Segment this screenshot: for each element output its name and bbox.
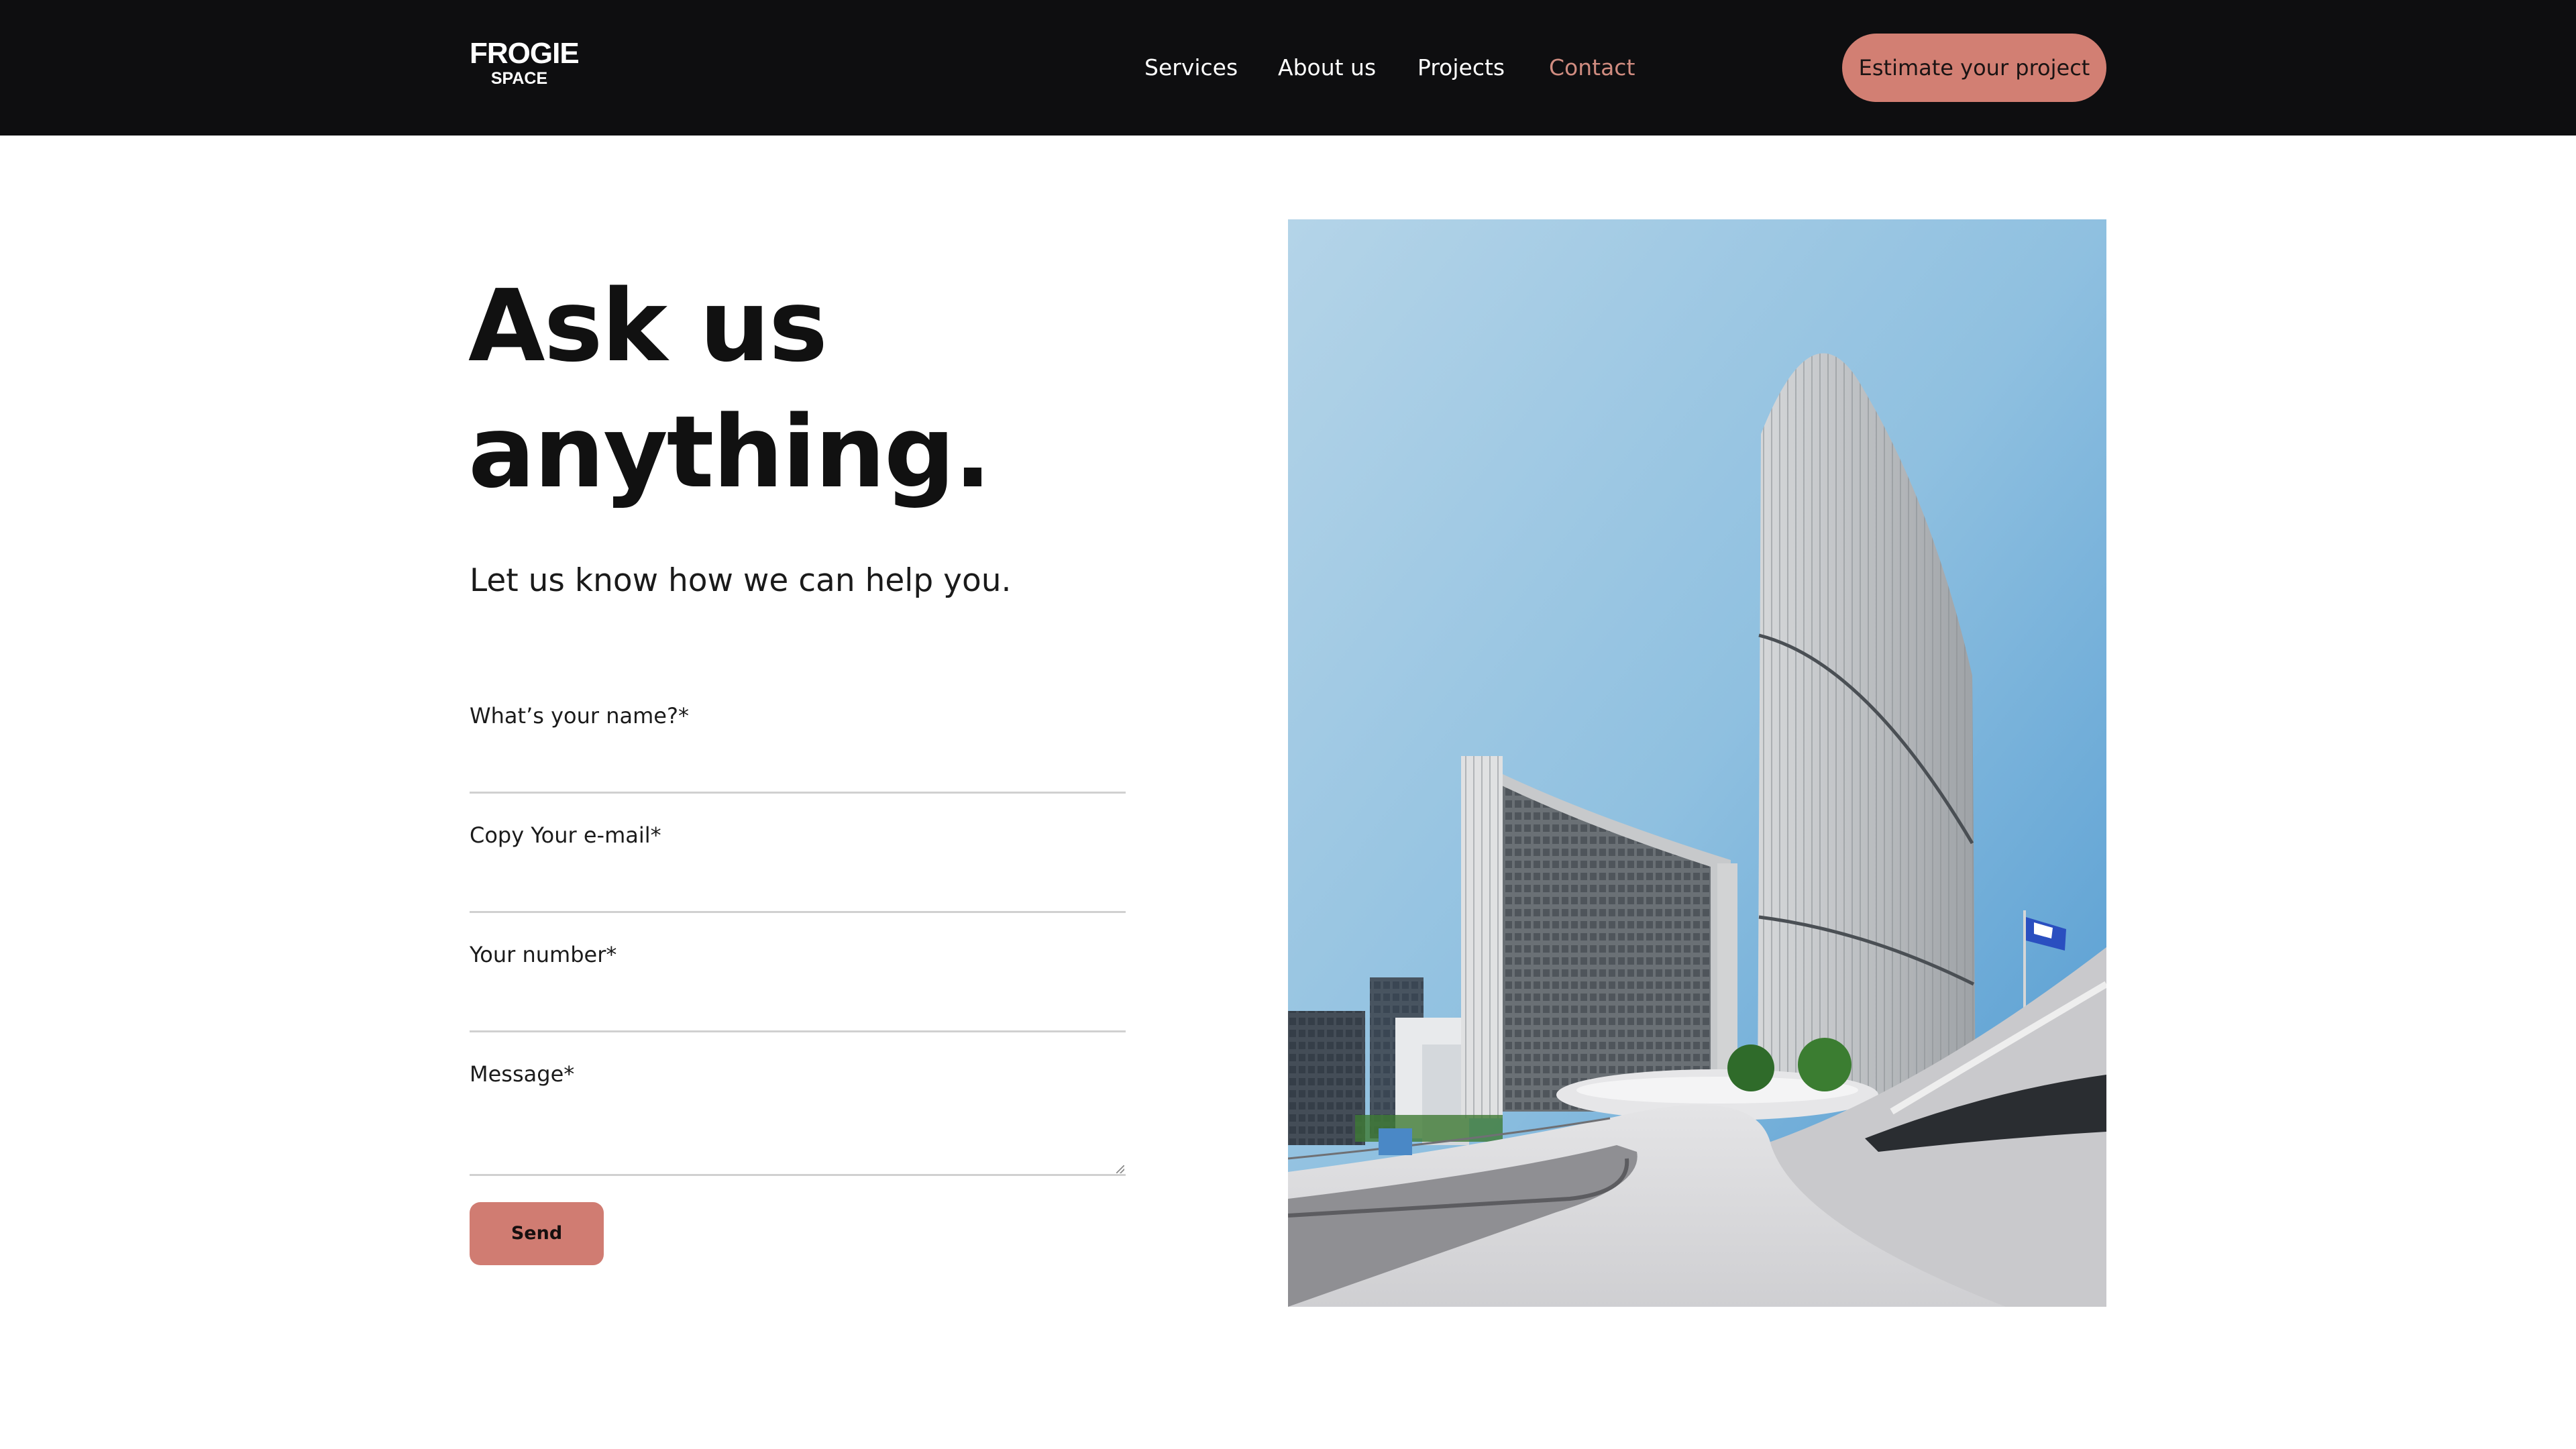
name-field-group: What’s your name?* bbox=[470, 702, 1126, 796]
number-input[interactable] bbox=[470, 975, 1126, 1032]
send-button[interactable]: Send bbox=[470, 1202, 604, 1265]
page-title: Ask us anything. bbox=[468, 263, 1139, 515]
email-field-label: Copy Your e-mail* bbox=[470, 822, 661, 848]
nav-item-about-us[interactable]: About us bbox=[1278, 52, 1376, 83]
headline-line-1: Ask us bbox=[468, 268, 828, 384]
headline-line-2: anything. bbox=[468, 394, 991, 510]
building-illustration bbox=[1288, 219, 2106, 1307]
logo-subtitle: SPACE bbox=[490, 69, 548, 88]
page-subtitle: Let us know how we can help you. bbox=[470, 562, 1012, 599]
name-field-label: What’s your name?* bbox=[470, 703, 689, 729]
brand-logo[interactable]: FROGIE SPACE bbox=[470, 37, 580, 89]
number-field-label: Your number* bbox=[470, 942, 617, 967]
resize-handle-icon[interactable] bbox=[1116, 1165, 1124, 1173]
message-field-group: Message* bbox=[470, 1061, 1126, 1176]
estimate-project-button[interactable]: Estimate your project bbox=[1842, 34, 2106, 102]
message-field-label: Message* bbox=[470, 1061, 575, 1087]
nav-item-contact[interactable]: Contact bbox=[1549, 52, 1635, 83]
email-input[interactable] bbox=[470, 855, 1126, 913]
city-hall-photo bbox=[1288, 219, 2106, 1307]
nav-item-services[interactable]: Services bbox=[1144, 52, 1238, 83]
site-header: FROGIE SPACE Services About us Projects … bbox=[0, 0, 2576, 136]
number-field-group: Your number* bbox=[470, 941, 1126, 1035]
logo-wordmark: FROGIE bbox=[470, 37, 580, 70]
email-field-group: Copy Your e-mail* bbox=[470, 822, 1126, 916]
nav-item-projects[interactable]: Projects bbox=[1417, 52, 1505, 83]
message-textarea[interactable] bbox=[470, 1094, 1126, 1176]
name-input[interactable] bbox=[470, 736, 1126, 794]
